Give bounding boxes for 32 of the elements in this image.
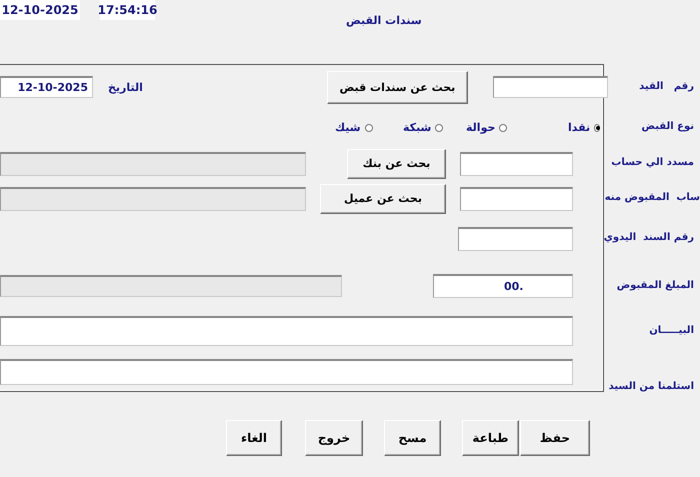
field-label: استلمنا من السيد	[608, 381, 694, 392]
action-button[interactable]: الغاء	[226, 420, 282, 456]
input-field[interactable]	[492, 76, 608, 98]
amount-field[interactable]: 00.	[433, 274, 573, 298]
search-button[interactable]: بحث عن سندات قبض	[326, 70, 468, 104]
input-field[interactable]	[460, 152, 573, 176]
radio-option[interactable]: نقدا	[568, 121, 600, 134]
field-label: مسدد الي حساب	[611, 157, 694, 168]
text-field[interactable]	[0, 359, 573, 385]
date-label: التاريخ	[108, 80, 143, 94]
field-label: رقم السند اليدوي	[604, 232, 694, 243]
input-field[interactable]	[458, 226, 573, 250]
search-button[interactable]: بحث عن بنك	[347, 148, 446, 178]
action-button[interactable]: خروج	[305, 420, 363, 456]
date-display: 12-10-2025	[0, 0, 80, 20]
radio-option[interactable]: شيك	[335, 121, 395, 134]
action-button[interactable]: حفظ	[520, 420, 590, 456]
search-button[interactable]: بحث عن عميل	[320, 184, 446, 214]
field-label: نوع القبض	[642, 121, 694, 132]
action-button[interactable]: مسح	[384, 420, 441, 456]
field-label: البيـــــان	[649, 324, 694, 336]
field-label: المبلغ المقبوض	[616, 280, 694, 290]
radio-option[interactable]: حوالة	[466, 121, 526, 134]
input-field[interactable]	[460, 186, 573, 210]
field-label: رقم القيد	[639, 80, 694, 92]
time-display: 17:54:16	[100, 0, 155, 20]
text-field[interactable]	[0, 316, 573, 346]
action-button[interactable]: طباعة	[462, 420, 519, 456]
window-title: سندات القبض	[346, 14, 422, 27]
field-label: ساب المقبوض منه	[604, 192, 700, 203]
date-field[interactable]: 12-10-2025	[0, 76, 93, 98]
radio-option[interactable]: شبكة	[403, 121, 462, 134]
